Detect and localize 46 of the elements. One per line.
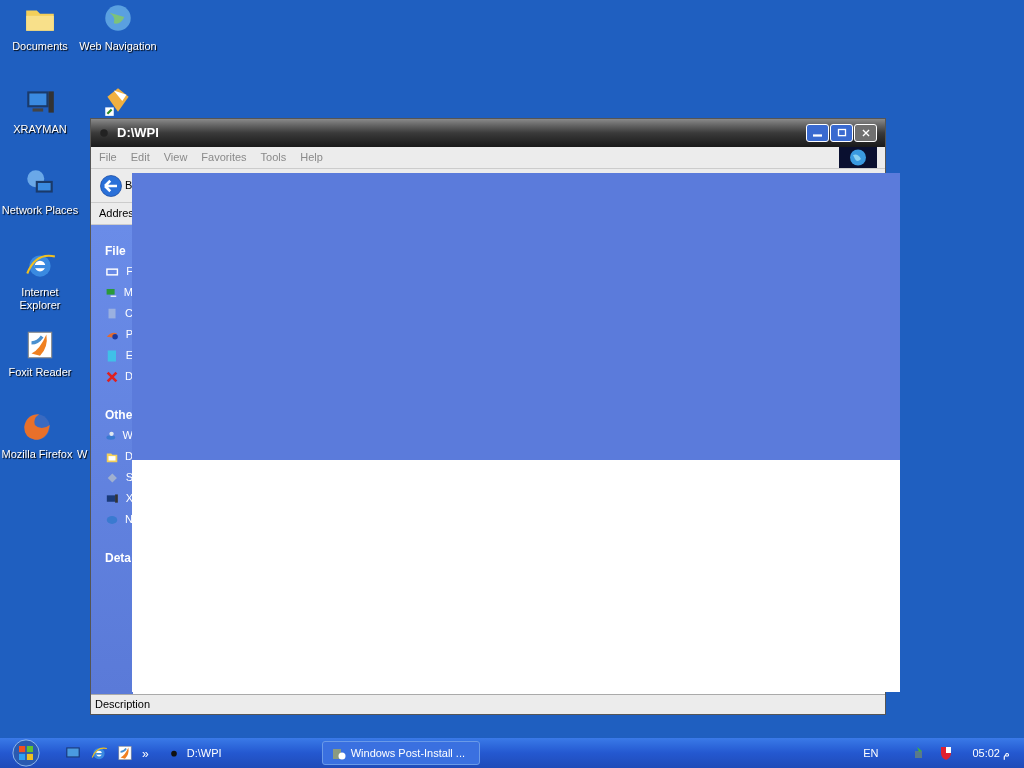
- task-link[interactable]: F: [126, 263, 133, 280]
- menu-item[interactable]: File: [99, 149, 117, 166]
- close-button[interactable]: [854, 124, 877, 142]
- task-link[interactable]: D: [125, 448, 133, 465]
- minimize-icon: [813, 134, 822, 137]
- clock: 05:02 م: [972, 745, 1010, 762]
- task-link[interactable]: E: [125, 347, 133, 364]
- globe-logo: [839, 147, 877, 168]
- menu-item[interactable]: Tools: [260, 149, 287, 166]
- start-button[interactable]: [12, 739, 40, 767]
- task-link[interactable]: M: [123, 284, 133, 301]
- window-icon: [99, 128, 109, 138]
- task-section-title[interactable]: File: [105, 243, 133, 259]
- icon-label[interactable]: W: [77, 448, 88, 461]
- status-text: Description: [95, 697, 151, 713]
- more-button[interactable]: »: [142, 745, 149, 763]
- icon-label[interactable]: Network Places: [1, 204, 79, 217]
- minimize-button[interactable]: [806, 124, 829, 142]
- browser-e-icon[interactable]: [90, 744, 108, 762]
- menu-item[interactable]: View: [163, 149, 188, 166]
- language-indicator[interactable]: EN: [863, 744, 879, 762]
- menu-item[interactable]: Edit: [130, 149, 150, 166]
- toolbar-icon: [168, 748, 179, 758]
- task-section-title[interactable]: Othe: [105, 407, 133, 423]
- icon-label[interactable]: XRAYMAN: [13, 123, 67, 136]
- back-label[interactable]: B: [125, 177, 133, 194]
- task-link[interactable]: W: [122, 427, 133, 444]
- icon-label[interactable]: Web Navigation: [79, 40, 157, 53]
- back-icon[interactable]: [99, 173, 123, 198]
- maximize-button[interactable]: [830, 124, 853, 142]
- icon-label[interactable]: Internet Explorer: [0, 286, 80, 312]
- task-link[interactable]: N: [125, 511, 133, 528]
- task-link[interactable]: P: [125, 326, 133, 343]
- menu-item[interactable]: Help: [300, 149, 323, 166]
- task-link[interactable]: C: [125, 305, 133, 322]
- icon-label[interactable]: Foxit Reader: [8, 366, 72, 379]
- pdf-reader-icon[interactable]: [116, 744, 134, 762]
- address-label: Addres: [99, 206, 134, 222]
- icon-label[interactable]: Documents: [12, 40, 68, 53]
- window-title: D:\WPI: [117, 124, 159, 143]
- menu-item[interactable]: Favorites: [201, 149, 247, 166]
- task-section-title[interactable]: Deta: [105, 550, 133, 566]
- task-button[interactable]: Windows Post-Install ...: [321, 741, 480, 765]
- toolbar-label[interactable]: D:\WPI: [186, 744, 222, 762]
- task-link[interactable]: D: [125, 368, 133, 385]
- icon-label[interactable]: Mozilla Firefox: [1, 448, 73, 461]
